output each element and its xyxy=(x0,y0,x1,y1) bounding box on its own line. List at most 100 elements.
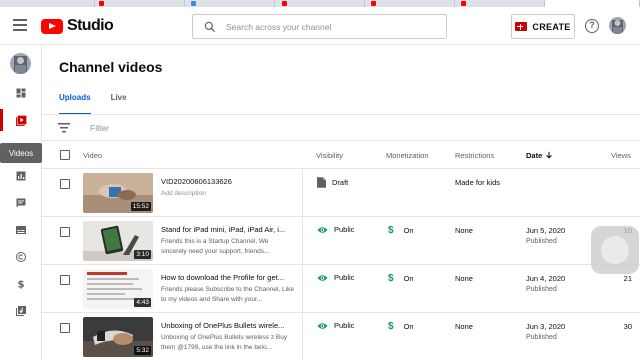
table-row[interactable]: 15:52 VID20200606133626 Add description … xyxy=(42,169,640,217)
monetization-status[interactable]: $ On xyxy=(388,273,414,284)
video-description: Friends this is a Startup Channel, We si… xyxy=(161,238,270,255)
row-checkbox[interactable] xyxy=(60,275,70,285)
sidebar-item-comments[interactable] xyxy=(0,190,42,216)
public-eye-icon xyxy=(317,226,328,233)
hamburger-menu-icon[interactable] xyxy=(13,19,27,31)
dashboard-icon xyxy=(16,88,26,98)
view-count: 21 xyxy=(623,274,632,283)
filter-input[interactable] xyxy=(90,121,290,135)
video-title[interactable]: Stand for iPad mini, iPad, iPad Air, i..… xyxy=(161,225,294,234)
table-row[interactable]: 4:43 How to download the Profile for get… xyxy=(42,265,640,313)
row-checkbox[interactable] xyxy=(60,179,70,189)
browser-tab-active[interactable] xyxy=(545,0,640,7)
visibility-status[interactable]: Draft xyxy=(317,177,348,188)
assistive-touch-button[interactable] xyxy=(591,226,639,274)
column-monetization[interactable]: Monetization xyxy=(386,151,429,160)
visibility-status[interactable]: Public xyxy=(317,225,354,234)
left-sidebar: Videos $ xyxy=(0,45,42,360)
sidebar-item-videos[interactable] xyxy=(0,107,42,133)
help-icon[interactable]: ? xyxy=(585,19,599,33)
publish-date: Jun 4, 2020 xyxy=(526,274,566,283)
browser-tab[interactable] xyxy=(95,0,185,7)
browser-tab[interactable] xyxy=(0,0,95,7)
tab-uploads[interactable]: Uploads xyxy=(59,91,91,115)
video-thumbnail[interactable]: 3:10 xyxy=(83,221,153,261)
browser-tab[interactable] xyxy=(275,0,365,7)
visibility-label: Public xyxy=(334,321,355,330)
subtitles-icon xyxy=(16,226,26,234)
publish-date: Jun 3, 2020 xyxy=(526,322,566,331)
video-duration: 15:52 xyxy=(130,202,151,211)
monetization-status[interactable]: $ On xyxy=(388,225,414,236)
column-views[interactable]: Views xyxy=(611,151,631,160)
search-input[interactable] xyxy=(226,21,436,32)
video-duration: 5:32 xyxy=(134,346,151,355)
visibility-label: Public xyxy=(334,225,355,234)
channel-avatar[interactable] xyxy=(10,53,31,74)
video-duration: 3:10 xyxy=(134,250,151,259)
browser-tab[interactable] xyxy=(365,0,455,7)
row-checkbox[interactable] xyxy=(60,323,70,333)
monetization-label: On xyxy=(403,274,414,283)
monetization-label: On xyxy=(403,322,414,331)
sidebar-item-audio-library[interactable] xyxy=(0,298,42,324)
restrictions-value: None xyxy=(455,322,473,331)
sidebar-item-dashboard[interactable] xyxy=(0,80,42,106)
column-date[interactable]: Date xyxy=(526,151,553,160)
public-eye-icon xyxy=(317,274,328,281)
account-avatar[interactable] xyxy=(609,17,626,34)
video-thumbnail[interactable]: 4:43 xyxy=(83,269,153,309)
column-divider xyxy=(302,265,303,313)
table-header: Video Visibility Monetization Restrictio… xyxy=(42,141,640,169)
youtube-play-icon xyxy=(41,18,63,34)
monetization-dollar-icon: $ xyxy=(388,225,394,236)
publish-status: Published xyxy=(526,238,557,245)
copyright-icon xyxy=(16,252,26,262)
video-title[interactable]: How to download the Profile for get... xyxy=(161,273,294,282)
video-title[interactable]: VID20200606133626 xyxy=(161,177,294,186)
sidebar-item-subtitles[interactable] xyxy=(0,217,42,243)
sidebar-item-monetization[interactable]: $ xyxy=(0,271,42,297)
visibility-label: Public xyxy=(334,273,355,282)
view-count: 30 xyxy=(623,322,632,331)
filter-bar xyxy=(42,115,640,141)
create-video-icon xyxy=(515,22,528,31)
row-checkbox[interactable] xyxy=(60,227,70,237)
logo-text: Studio xyxy=(67,17,114,34)
publish-status: Published xyxy=(526,286,557,293)
video-title[interactable]: Unboxing of OnePlus Bullets wirele... xyxy=(161,321,294,330)
sidebar-item-copyright[interactable] xyxy=(0,244,42,270)
search-box[interactable] xyxy=(192,14,447,39)
sidebar-item-analytics[interactable] xyxy=(0,163,42,189)
visibility-status[interactable]: Public xyxy=(317,273,354,282)
visibility-status[interactable]: Public xyxy=(317,321,354,330)
browser-tab[interactable] xyxy=(455,0,545,7)
column-divider xyxy=(302,217,303,265)
tabs: Uploads Live xyxy=(59,91,147,115)
restrictions-value: Made for kids xyxy=(455,178,501,187)
table-row[interactable]: 3:10 Stand for iPad mini, iPad, iPad Air… xyxy=(42,217,640,265)
tooltip-videos: Videos xyxy=(0,143,42,163)
video-duration: 4:43 xyxy=(134,298,151,307)
publish-status: Published xyxy=(526,334,557,341)
filter-icon[interactable] xyxy=(58,123,70,133)
column-divider xyxy=(302,313,303,360)
column-visibility[interactable]: Visibility xyxy=(316,151,343,160)
browser-tab[interactable] xyxy=(185,0,275,7)
video-thumbnail[interactable]: 5:32 xyxy=(83,317,153,357)
monetization-icon: $ xyxy=(18,280,25,291)
video-description[interactable]: Add description xyxy=(161,189,294,199)
column-video: Video xyxy=(83,151,103,160)
select-all-checkbox[interactable] xyxy=(60,150,70,160)
create-button[interactable]: CREATE xyxy=(511,14,575,39)
restrictions-value: None xyxy=(455,274,473,283)
youtube-studio-logo[interactable]: Studio xyxy=(41,17,114,35)
tab-live[interactable]: Live xyxy=(111,91,127,115)
column-restrictions[interactable]: Restrictions xyxy=(455,151,494,160)
table-row[interactable]: 5:32 Unboxing of OnePlus Bullets wirele.… xyxy=(42,313,640,360)
videos-icon xyxy=(15,115,26,126)
video-thumbnail[interactable]: 15:52 xyxy=(83,173,153,213)
video-description: Friends please Subscribe to the Channel,… xyxy=(161,286,294,303)
monetization-status[interactable]: $ On xyxy=(388,321,414,332)
column-divider xyxy=(302,169,303,217)
